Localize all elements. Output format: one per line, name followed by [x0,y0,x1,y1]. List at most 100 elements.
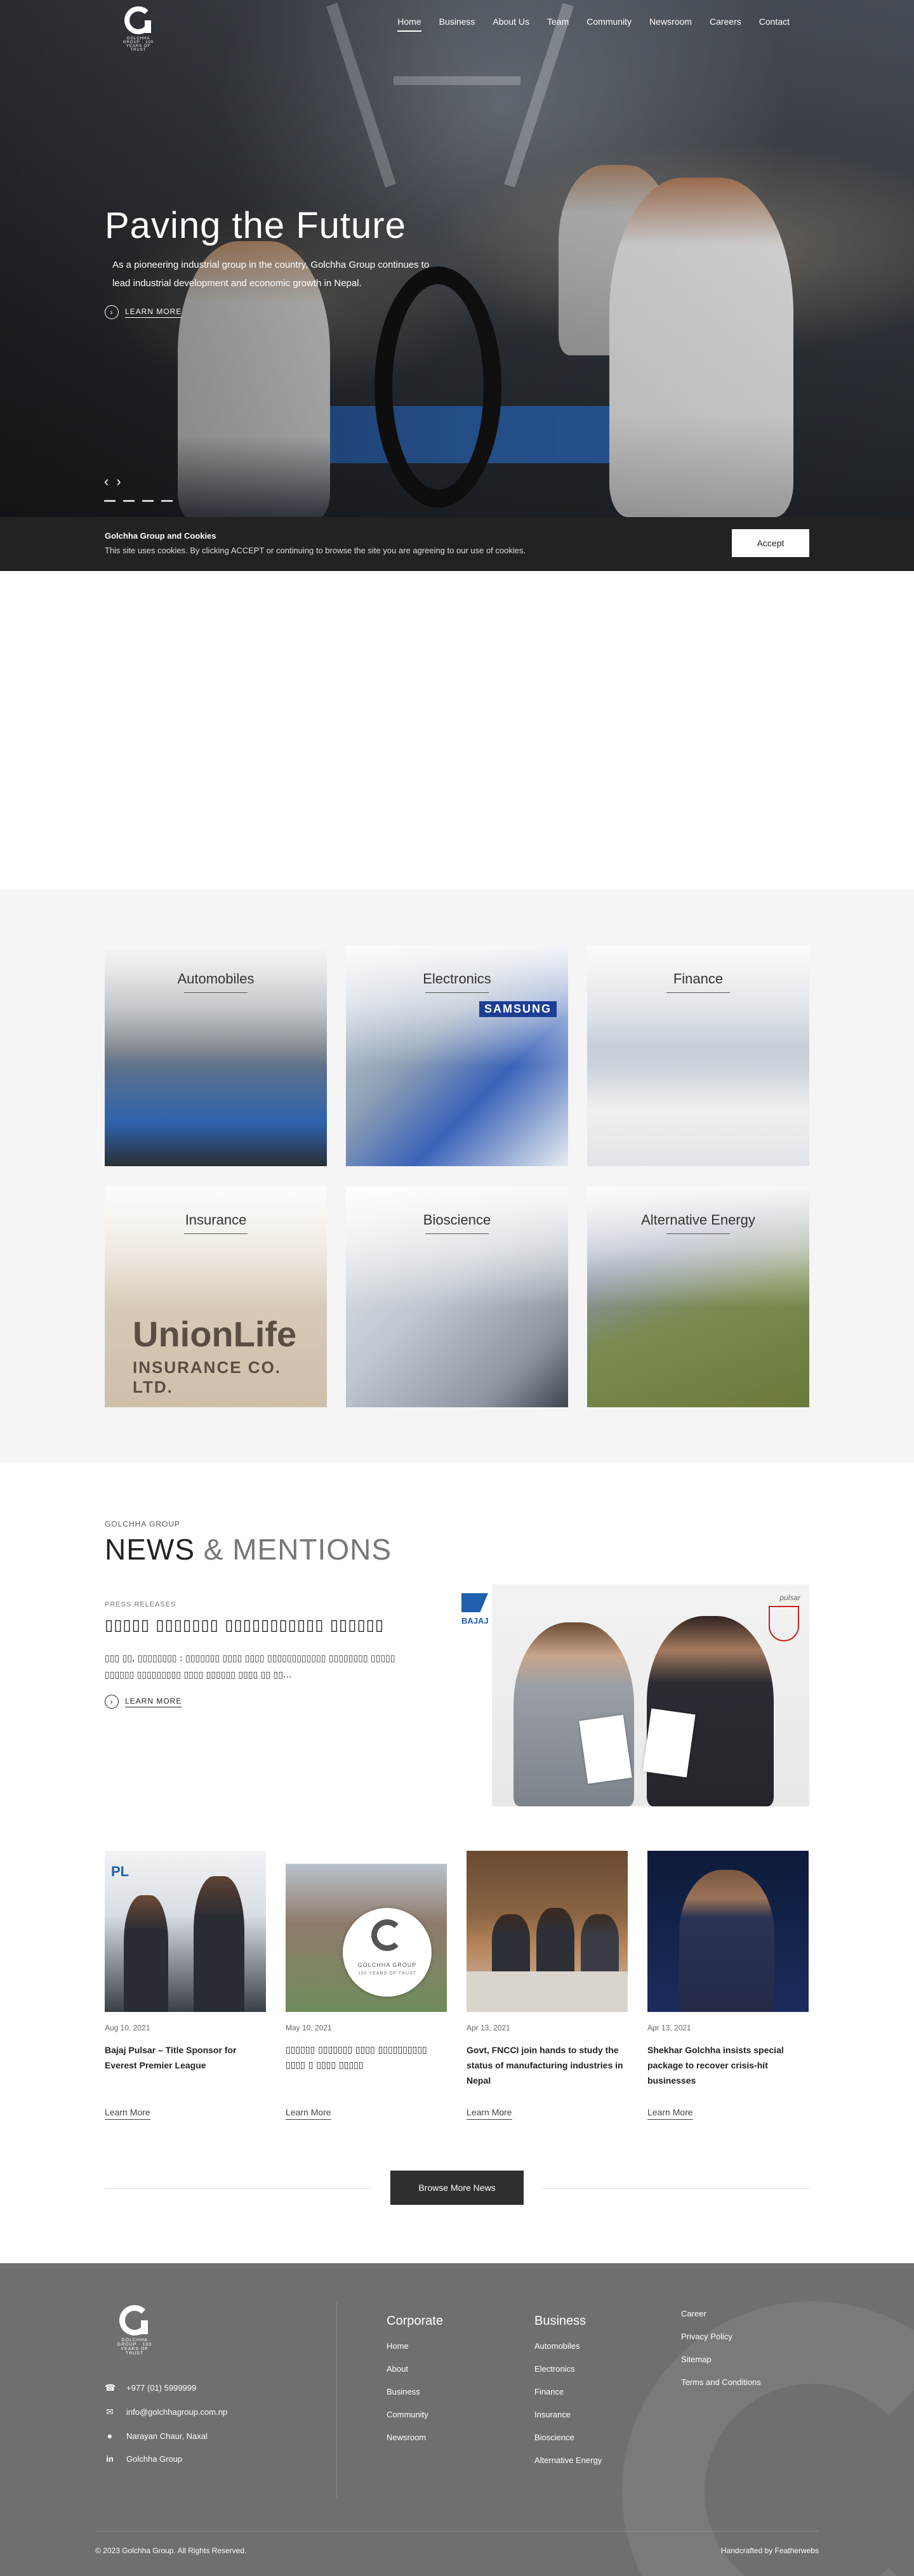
footer-link-automobiles[interactable]: Automobiles [534,2341,602,2351]
hero-learn-more-link[interactable]: › LEARN MORE [105,305,447,319]
contact-phone[interactable]: ☎ +977 (01) 5999999 [105,2382,227,2393]
location-pin-icon: ● [107,2431,113,2441]
footer-link-terms[interactable]: Terms and Conditions [681,2377,761,2387]
nav-team[interactable]: Team [547,16,569,32]
featured-news-text: PRESS RELEASES ▯▯▯▯▯ ▯▯▯▯▯▯▯ ▯▯▯▯▯▯▯▯▯▯▯… [105,1584,397,1806]
footer-link-career[interactable]: Career [681,2309,761,2318]
news-card: Apr 13, 2021 Shekhar Golchha insists spe… [647,1851,809,2120]
business-card-finance[interactable]: Finance [587,945,809,1166]
cookie-text: This site uses cookies. By clicking ACCE… [105,546,526,555]
copyright-text: © 2023 Golchha Group. All Rights Reserve… [95,2546,247,2555]
badge-name: GOLCHHA GROUP [357,1962,417,1968]
news-thumbnail[interactable]: GOLCHHA GROUP 100 YEARS OF TRUST [286,1851,447,2012]
news-learn-more-link[interactable]: Learn More [467,2107,512,2120]
footer-link-business[interactable]: Business [387,2387,443,2396]
pulsar-shield-icon [769,1606,799,1641]
email-text: info@golchhagroup.com.np [126,2407,228,2417]
news-learn-more-link[interactable]: Learn More [105,2107,150,2120]
nav-community[interactable]: Community [586,16,632,32]
unionlife-sign-sub: INSURANCE CO. LTD. [133,1358,282,1396]
business-card-insurance[interactable]: UnionLife INSURANCE CO. LTD. Insurance [105,1186,327,1407]
business-card-automobiles[interactable]: Automobiles [105,945,327,1166]
news-thumbnail[interactable] [647,1851,809,2012]
slider-dot[interactable] [123,500,135,502]
nav-business[interactable]: Business [439,16,475,32]
slider-dot[interactable] [104,500,116,502]
hero-section: GOLCHHA GROUP · 100 YEARS OF TRUST Home … [0,0,914,517]
card-title: Bioscience [346,1212,568,1234]
news-date: Apr 13, 2021 [467,2023,510,2032]
news-learn-more-link[interactable]: Learn More [286,2107,331,2120]
hero-title: Paving the Future [105,205,406,246]
footer-link-sitemap[interactable]: Sitemap [681,2355,761,2364]
person-figure [679,1870,774,2012]
slider-dot[interactable] [161,500,173,502]
site-logo[interactable]: GOLCHHA GROUP · 100 YEARS OF TRUST [119,6,157,52]
news-date: May 10, 2021 [286,2023,332,2032]
card-title: Automobiles [105,971,327,993]
footer-link-newsroom[interactable]: Newsroom [387,2433,443,2442]
document [642,1708,696,1778]
slider-prev-icon[interactable]: ‹ [104,473,109,490]
site-footer: GOLCHHA GROUP · 100 YEARS OF TRUST ☎ +977… [0,2263,914,2576]
news-cards: PL Aug 10, 2021 Bajaj Pulsar – Title Spo… [105,1851,809,2120]
cookie-title: Golchha Group and Cookies [105,531,216,541]
business-card-electronics[interactable]: SAMSUNG Electronics [346,945,568,1166]
slider-dots [104,500,173,502]
news-title[interactable]: ▯▯▯▯▯▯ ▯▯▯▯▯▯▯ ▯▯▯▯ ▯▯▯▯▯▯▯▯▯▯ ▯▯▯▯ ▯ ▯▯… [286,2042,447,2088]
nav-careers[interactable]: Careers [710,16,741,32]
featured-image[interactable]: BAJAJ pulsar [456,1584,809,1806]
featured-news: PRESS RELEASES ▯▯▯▯▯ ▯▯▯▯▯▯▯ ▯▯▯▯▯▯▯▯▯▯▯… [105,1584,809,1806]
news-date: Apr 13, 2021 [647,2023,691,2032]
footer-link-about[interactable]: About [387,2364,443,2374]
featured-title[interactable]: ▯▯▯▯▯ ▯▯▯▯▯▯▯ ▯▯▯▯▯▯▯▯▯▯▯ ▯▯▯▯▯▯ [105,1616,397,1634]
accept-cookies-button[interactable]: Accept [732,529,809,557]
news-thumbnail[interactable]: PL [105,1851,266,2012]
footer-link-alternative-energy[interactable]: Alternative Energy [534,2455,602,2465]
featured-learn-more-link[interactable]: › LEARN MORE [105,1695,397,1709]
news-learn-more-link[interactable]: Learn More [647,2107,693,2120]
contact-linkedin[interactable]: in Golchha Group [105,2454,227,2464]
news-heading-light: & MENTIONS [203,1533,392,1566]
hero-content: Paving the Future As a pioneering indust… [105,204,447,319]
footer-contact: ☎ +977 (01) 5999999 ✉ info@golchhagroup.co… [105,2382,227,2477]
business-card-bioscience[interactable]: Bioscience [346,1186,568,1407]
business-card-alternative-energy[interactable]: Alternative Energy [587,1186,809,1407]
news-eyebrow: GOLCHHA GROUP [105,1520,181,1528]
slider-next-icon[interactable]: › [116,473,121,490]
footer-link-bioscience[interactable]: Bioscience [534,2433,602,2442]
news-thumbnail[interactable] [467,1851,628,2012]
news-date: Aug 10, 2021 [105,2023,150,2032]
card-title: Insurance [105,1212,327,1234]
slider-dot[interactable] [142,500,154,502]
footer-link-insurance[interactable]: Insurance [534,2410,602,2419]
person-figure [536,1908,574,1978]
news-title[interactable]: Shekhar Golchha insists special package … [647,2042,809,2088]
footer-link-electronics[interactable]: Electronics [534,2364,602,2374]
footer-logo-text: GOLCHHA GROUP · 100 YEARS OF TRUST [117,2338,152,2356]
nav-newsroom[interactable]: Newsroom [649,16,692,32]
corporate-heading: Corporate [387,2314,443,2328]
samsung-sign: SAMSUNG [479,1001,557,1017]
news-card: Apr 13, 2021 Govt, FNCCI join hands to s… [467,1851,628,2120]
nav-contact[interactable]: Contact [759,16,790,32]
footer-link-finance[interactable]: Finance [534,2387,602,2396]
news-title[interactable]: Govt, FNCCI join hands to study the stat… [467,2042,628,2088]
featured-category: PRESS RELEASES [105,1601,176,1608]
card-title: Finance [587,971,809,993]
footer-link-home[interactable]: Home [387,2341,443,2351]
footer-corporate-column: Corporate Home About Business Community … [387,2314,443,2455]
footer-link-privacy-policy[interactable]: Privacy Policy [681,2332,761,2341]
nav-about-us[interactable]: About Us [493,16,529,32]
contact-email[interactable]: ✉ info@golchhagroup.com.np [105,2407,227,2417]
footer-logo[interactable]: GOLCHHA GROUP · 100 YEARS OF TRUST [112,2305,157,2356]
learn-more-label: LEARN MORE [125,1697,182,1707]
business-section: Automobiles SAMSUNG Electronics Finance … [0,890,914,1462]
nav-home[interactable]: Home [397,16,421,32]
credit-link[interactable]: Handcrafted by Featherwebs [721,2546,819,2555]
footer-link-community[interactable]: Community [387,2410,443,2419]
news-title[interactable]: Bajaj Pulsar – Title Sponsor for Everest… [105,2042,266,2088]
browse-more-news-button[interactable]: Browse More News [390,2171,524,2205]
address-text: Narayan Chaur, Naxal [126,2431,208,2441]
arrow-right-circle-icon: › [105,1695,119,1709]
